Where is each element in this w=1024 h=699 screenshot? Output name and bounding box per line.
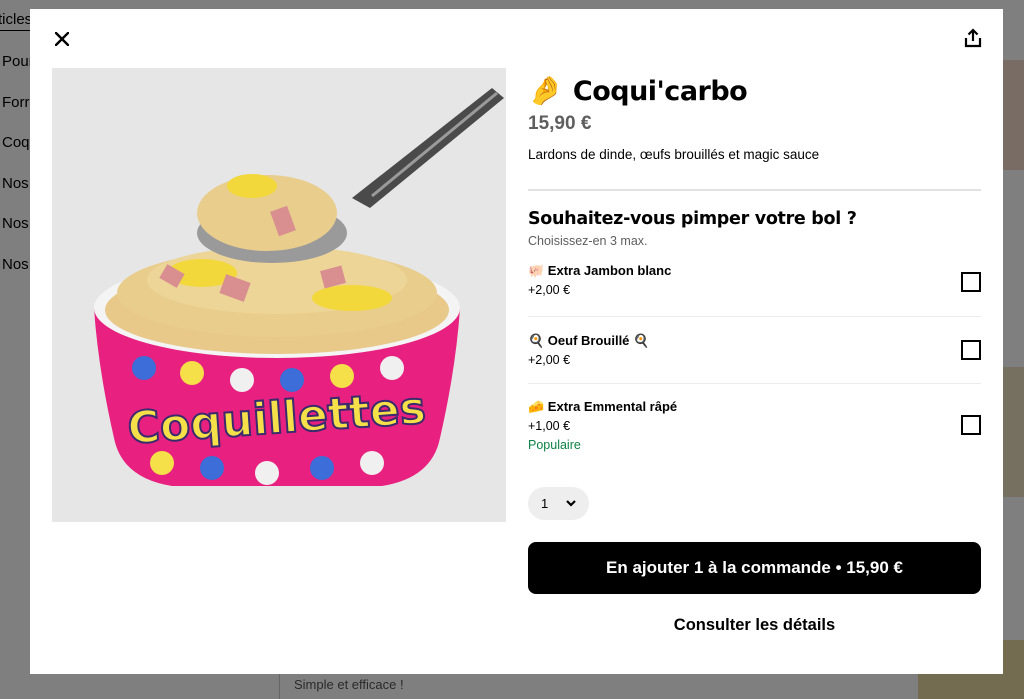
- option-checkbox[interactable]: [961, 272, 981, 292]
- options-section-title: Souhaitez-vous pimper votre bol ?: [528, 209, 857, 229]
- product-details: 🤌 Coqui'carbo 15,90 € Lardons de dinde, …: [528, 69, 981, 466]
- option-price: +1,00 €: [528, 418, 571, 433]
- options-list: 🐖 Extra Jambon blanc +2,00 € 🍳 Oeuf Brou…: [528, 248, 981, 466]
- add-to-order-button[interactable]: En ajouter 1 à la commande • 15,90 €: [528, 542, 981, 594]
- close-button[interactable]: [50, 27, 74, 51]
- option-item-oeuf-brouille[interactable]: 🍳 Oeuf Brouillé 🍳 +2,00 €: [528, 316, 981, 383]
- product-description: Lardons de dinde, œufs brouillés et magi…: [528, 147, 820, 162]
- share-icon: [964, 28, 982, 48]
- close-icon: [55, 32, 69, 46]
- option-checkbox[interactable]: [961, 415, 981, 435]
- option-item-extra-emmental[interactable]: 🧀 Extra Emmental râpé +1,00 € Populaire: [528, 383, 981, 466]
- view-details-link[interactable]: Consulter les détails: [528, 616, 981, 635]
- pinched-fingers-icon: 🤌: [528, 75, 563, 106]
- quantity-select[interactable]: 1: [528, 487, 589, 520]
- option-label: 🍳 Oeuf Brouillé 🍳: [528, 333, 650, 348]
- product-title: Coqui'carbo: [572, 75, 748, 107]
- options-section-subtitle: Choisissez-en 3 max.: [528, 234, 648, 248]
- product-modal: Coquillettes 🤌 Coqui'carbo 15,90 € Lardo…: [30, 9, 1003, 674]
- divider: [528, 189, 981, 191]
- coquillettes-bowl-illustration: Coquillettes: [94, 88, 504, 486]
- quantity-value: 1: [541, 496, 549, 511]
- product-image: Coquillettes: [52, 68, 506, 522]
- option-price: +2,00 €: [528, 353, 571, 367]
- option-price: +2,00 €: [528, 283, 571, 297]
- option-label: 🐖 Extra Jambon blanc: [528, 263, 672, 278]
- product-price: 15,90 €: [528, 113, 592, 134]
- option-checkbox[interactable]: [961, 340, 981, 360]
- option-label: 🧀 Extra Emmental râpé: [528, 398, 678, 414]
- chevron-down-icon: [566, 500, 576, 507]
- popular-badge: Populaire: [528, 437, 581, 452]
- option-item-extra-jambon[interactable]: 🐖 Extra Jambon blanc +2,00 €: [528, 248, 981, 316]
- product-title-row: 🤌 Coqui'carbo: [528, 69, 981, 113]
- share-button[interactable]: [961, 26, 985, 50]
